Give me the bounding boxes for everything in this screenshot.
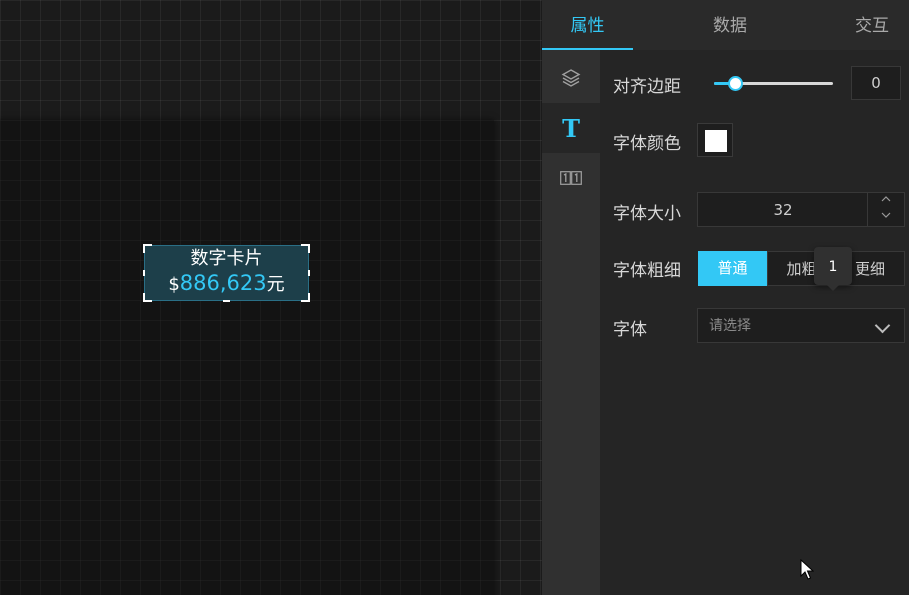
font-size-stepper[interactable]: 32: [697, 192, 905, 227]
resize-handle-bottom-left[interactable]: [143, 293, 152, 302]
card-suffix: 元: [266, 274, 285, 295]
decrement-button[interactable]: [868, 209, 904, 225]
artboard[interactable]: [0, 120, 494, 595]
chevron-down-icon: [874, 317, 891, 334]
layers-icon: [561, 69, 581, 87]
font-color-swatch: [705, 130, 727, 152]
font-weight-label: 字体粗细: [613, 261, 681, 281]
text-style-icon: T: [562, 113, 580, 143]
font-size-label: 字体大小: [613, 204, 681, 224]
panel-side-icons: T: [542, 50, 600, 595]
font-weight-normal[interactable]: 普通: [698, 251, 767, 286]
side-tab-number[interactable]: [542, 153, 600, 203]
resize-handle-left[interactable]: [143, 270, 145, 276]
stepper-buttons: [867, 193, 904, 226]
side-tab-layers[interactable]: [542, 53, 600, 103]
font-color-picker[interactable]: [697, 123, 733, 157]
resize-handle-top-right[interactable]: [301, 244, 310, 253]
card-prefix: $: [168, 274, 180, 295]
font-weight-tooltip: 1: [814, 247, 852, 291]
design-canvas[interactable]: 数字卡片 $886,623元: [0, 0, 542, 595]
panel-tabs: 属性 数据 交互: [542, 0, 909, 50]
resize-handle-top-left[interactable]: [143, 244, 152, 253]
padding-label: 对齐边距: [613, 77, 681, 97]
card-value-line: $886,623元: [145, 270, 308, 298]
font-size-value[interactable]: 32: [698, 193, 868, 226]
tab-data[interactable]: 数据: [682, 0, 778, 50]
properties-panel: 属性 数据 交互 T 对齐边距 0 字体颜色 字体大小 32 字体粗细 普通 加…: [542, 0, 909, 595]
padding-slider-thumb[interactable]: [728, 76, 744, 91]
font-family-select[interactable]: 请选择: [697, 308, 905, 343]
resize-handle-bottom-right[interactable]: [301, 293, 310, 302]
side-tab-text[interactable]: T: [542, 103, 600, 153]
padding-input[interactable]: 0: [851, 66, 901, 100]
number-card-widget[interactable]: 数字卡片 $886,623元: [143, 244, 310, 302]
font-family-placeholder: 请选择: [709, 318, 751, 334]
chevron-up-icon: [881, 196, 891, 202]
increment-button[interactable]: [868, 193, 904, 209]
tooltip-arrow: [827, 285, 839, 291]
resize-handle-right[interactable]: [308, 270, 310, 276]
card-number: 886,623: [179, 271, 267, 295]
card-title: 数字卡片: [190, 248, 263, 269]
resize-handle-bottom[interactable]: [223, 300, 230, 302]
chevron-down-icon: [881, 212, 891, 218]
font-color-label: 字体颜色: [613, 134, 681, 154]
number-icon: [560, 171, 582, 185]
padding-slider[interactable]: [714, 76, 833, 91]
font-family-label: 字体: [613, 320, 647, 340]
tab-properties[interactable]: 属性: [542, 0, 633, 50]
tooltip-text: 1: [828, 259, 838, 275]
mouse-cursor-icon: [800, 559, 814, 580]
tab-interaction[interactable]: 交互: [842, 0, 902, 50]
